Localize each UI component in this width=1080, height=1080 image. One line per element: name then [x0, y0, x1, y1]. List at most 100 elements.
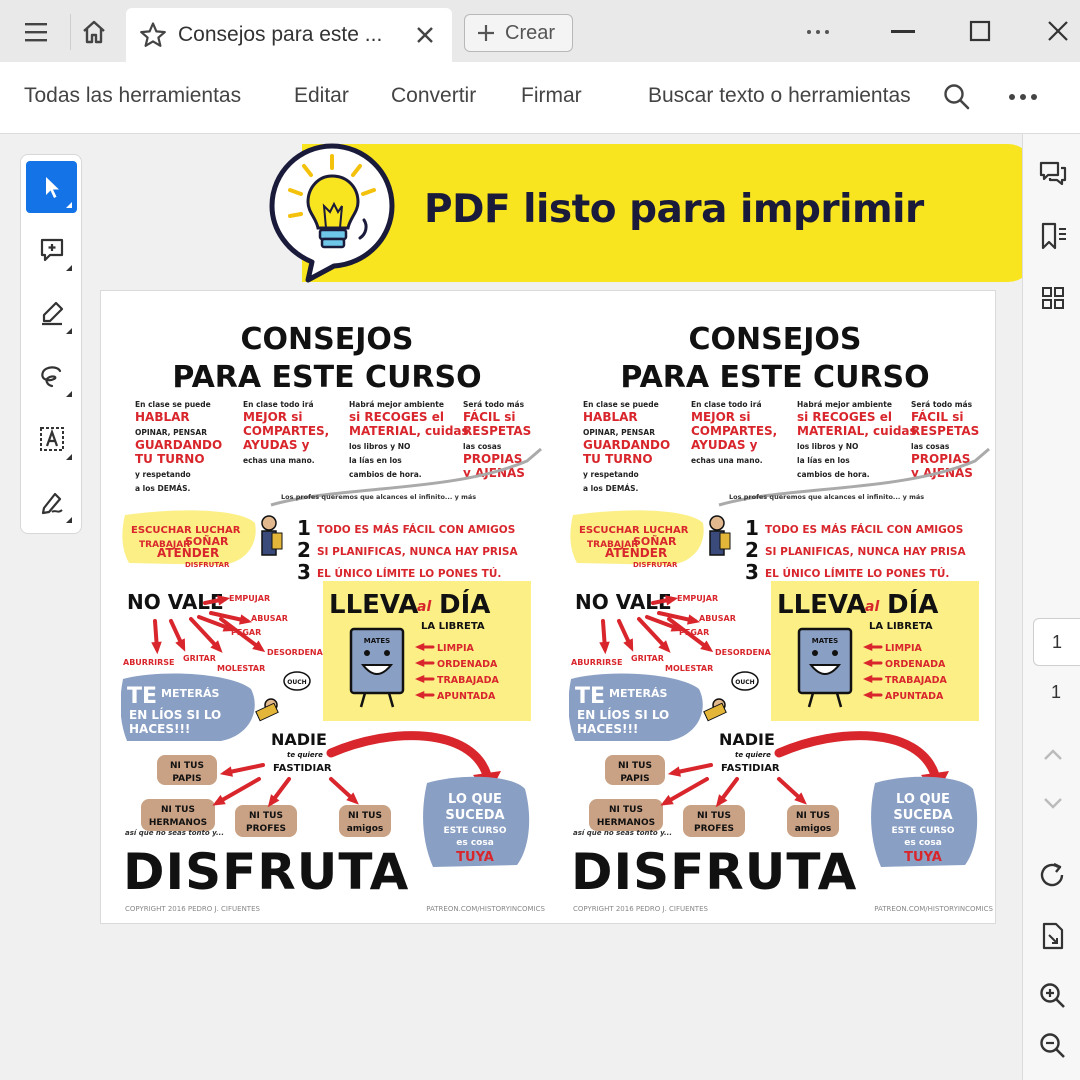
- tip-number: 3: [297, 560, 311, 584]
- te-meteras-text: EN LÍOS SI LO: [577, 707, 669, 722]
- comments-panel-icon[interactable]: [1037, 158, 1069, 190]
- disfruta-text: DISFRUTA: [571, 843, 857, 899]
- create-button[interactable]: Crear: [464, 14, 573, 52]
- poster-credit-left: COPYRIGHT 2016 PEDRO J. CIFUENTES: [125, 905, 260, 913]
- sign-link[interactable]: Firmar: [521, 84, 582, 108]
- no-vale-item: ABUSAR: [699, 614, 736, 623]
- badge-word: DISFRUTAR: [185, 561, 230, 569]
- libreta-title: LA LIBRETA: [869, 621, 933, 632]
- zoom-out-icon[interactable]: [1037, 1030, 1069, 1062]
- create-label: Crear: [505, 21, 556, 44]
- poster-tip-text: RESPETAS: [463, 424, 531, 438]
- add-comment-icon[interactable]: [26, 224, 77, 276]
- tip-number: 2: [297, 538, 311, 562]
- search-tools-field[interactable]: Buscar texto o herramientas: [648, 84, 911, 108]
- student-figure: [719, 532, 731, 550]
- nadie-item: HERMANOS: [149, 818, 207, 828]
- text-select-icon[interactable]: [26, 413, 77, 465]
- hamburger-menu-icon[interactable]: [14, 14, 58, 50]
- poster-tip-text: a los DEMÁS.: [135, 484, 190, 493]
- libreta-item: TRABAJADA: [885, 675, 948, 686]
- nadie-item: NI TUS: [249, 811, 283, 821]
- poster-tip-text: AYUDAS y: [243, 438, 310, 452]
- more-options-icon[interactable]: [796, 16, 840, 48]
- tip-number: 3: [745, 560, 759, 584]
- poster-title: CONSEJOS: [241, 322, 414, 357]
- lo-que-text: SUCEDA: [893, 808, 952, 823]
- no-vale-item: ABURRIRSE: [571, 658, 622, 667]
- nadie-item: NI TUS: [697, 811, 731, 821]
- poster-tip-text: MEJOR si: [243, 410, 302, 424]
- disfruta-text: DISFRUTA: [123, 843, 409, 899]
- tab-title: Consejos para este ...: [178, 23, 383, 46]
- badge-word: ATENDER: [605, 546, 667, 560]
- poster-tip-text: Habrá mejor ambiente: [349, 400, 444, 409]
- right-rail: 1 1: [1022, 134, 1080, 1080]
- lo-que-text: ESTE CURSO: [443, 826, 506, 836]
- nadie-text: FASTIDIAR: [721, 763, 780, 774]
- poster-tip-text: GUARDANDO: [583, 438, 670, 452]
- lleva-title: LLEVA: [329, 590, 418, 620]
- nadie-item: amigos: [795, 824, 832, 834]
- no-vale-item: ABURRIRSE: [123, 658, 174, 667]
- poster-tip-text: HABLAR: [583, 410, 638, 424]
- tip-number: 1: [745, 516, 759, 540]
- bookmarks-panel-icon[interactable]: [1037, 220, 1069, 252]
- search-icon[interactable]: [942, 82, 972, 112]
- page-fit-icon[interactable]: [1037, 920, 1069, 952]
- poster-tip-text: PROPIAS: [911, 452, 970, 466]
- libreta-item: ORDENADA: [885, 659, 946, 670]
- te-meteras-text: TE: [127, 684, 157, 709]
- no-vale-item: GRITAR: [631, 654, 664, 663]
- te-meteras-text: METERÁS: [609, 687, 667, 700]
- close-icon[interactable]: [410, 20, 440, 50]
- select-pointer-icon[interactable]: [26, 161, 77, 213]
- big-red-arrow: [326, 731, 492, 780]
- poster-tip-text: si RECOGES el: [797, 410, 892, 424]
- ouch-text: OUCH: [287, 679, 306, 686]
- current-page-input[interactable]: 1: [1033, 618, 1080, 666]
- fill-sign-icon[interactable]: [26, 476, 77, 528]
- all-tools-link[interactable]: Todas las herramientas: [24, 84, 241, 108]
- convert-link[interactable]: Convertir: [391, 84, 476, 108]
- lo-que-text: TUYA: [904, 850, 942, 865]
- zoom-in-icon[interactable]: [1037, 980, 1069, 1012]
- poster-tip-text: TU TURNO: [135, 452, 205, 466]
- poster-copy-left: CONSEJOS PARA ESTE CURSO En clase se puede…: [121, 309, 551, 919]
- no-vale-item: EMPUJAR: [229, 594, 270, 603]
- maximize-icon[interactable]: [958, 14, 1002, 48]
- poster-tip-text: Habrá mejor ambiente: [797, 400, 892, 409]
- te-meteras-text: METERÁS: [161, 687, 219, 700]
- thumbnails-panel-icon[interactable]: [1037, 282, 1069, 314]
- total-pages: 1: [1050, 682, 1061, 702]
- lo-que-text: SUCEDA: [445, 808, 504, 823]
- pdf-page: CONSEJOS PARA ESTE CURSO En clase se puede…: [100, 290, 996, 924]
- te-meteras-text: HACES!!!: [577, 722, 638, 736]
- asi-que-text: así que no seas tonto y...: [125, 829, 224, 837]
- tip-number: 2: [745, 538, 759, 562]
- toolbar-more-icon[interactable]: [1004, 82, 1042, 112]
- nadie-item: PAPIS: [172, 774, 201, 784]
- poster-tip-text: En clase todo irá: [243, 400, 314, 409]
- rotate-icon[interactable]: [1037, 860, 1069, 892]
- minimize-icon[interactable]: [880, 16, 926, 48]
- page-down-icon[interactable]: [1037, 788, 1069, 820]
- poster-title: CONSEJOS: [689, 322, 862, 357]
- lleva-title: DÍA: [887, 588, 938, 620]
- libreta-item: LIMPIA: [885, 643, 923, 654]
- nadie-item: PROFES: [694, 824, 734, 834]
- lo-que-text: LO QUE: [896, 792, 950, 807]
- notebook-eye: [384, 650, 390, 656]
- page-up-icon[interactable]: [1037, 738, 1069, 770]
- poster-illustration: CONSEJOSPARA ESTE CURSO En clase se puede…: [569, 322, 990, 899]
- window-close-icon[interactable]: [1036, 14, 1080, 48]
- draw-freehand-icon[interactable]: [26, 350, 77, 402]
- highlight-pen-icon[interactable]: [26, 287, 77, 339]
- document-tab[interactable]: Consejos para este ...: [126, 8, 452, 62]
- poster-tip-text: Será todo más: [463, 400, 525, 409]
- tip-text: SI PLANIFICAS, NUNCA HAY PRISA: [317, 546, 518, 558]
- star-icon[interactable]: [138, 20, 168, 50]
- home-icon[interactable]: [70, 14, 116, 50]
- poster-tip-text: RESPETAS: [911, 424, 979, 438]
- edit-link[interactable]: Editar: [294, 84, 349, 108]
